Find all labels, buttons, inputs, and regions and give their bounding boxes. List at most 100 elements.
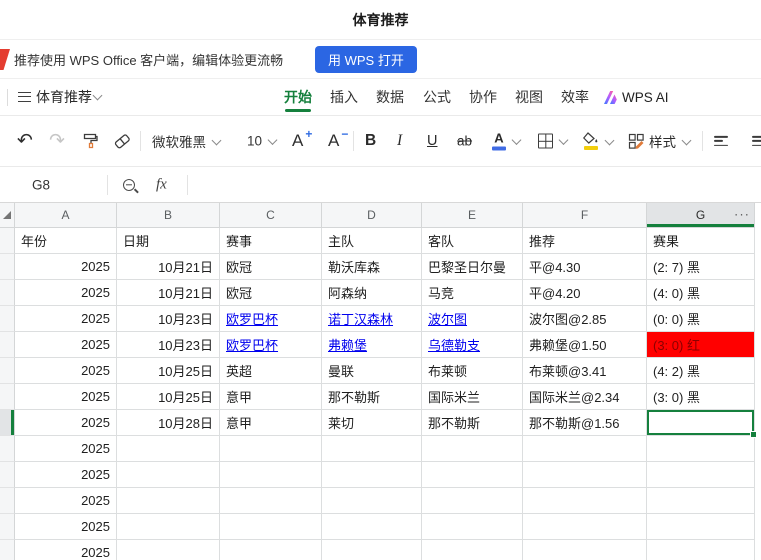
cell[interactable] — [647, 436, 755, 462]
cell[interactable]: 年份 — [15, 228, 117, 254]
font-family-select[interactable]: 微软雅黑 — [152, 131, 222, 151]
font-color-button[interactable]: A — [492, 132, 522, 151]
cell[interactable]: 意甲 — [220, 410, 322, 436]
fill-color-button[interactable] — [583, 132, 615, 150]
cell-hyperlink[interactable]: 诺丁汉森林 — [328, 309, 393, 328]
search-icon[interactable] — [123, 178, 135, 191]
cell[interactable]: 欧罗巴杯 — [220, 332, 322, 358]
format-painter-icon[interactable] — [81, 132, 99, 150]
cell[interactable] — [220, 436, 322, 462]
cell[interactable] — [523, 462, 647, 488]
cell[interactable]: 日期 — [117, 228, 220, 254]
cell[interactable]: 弗赖堡 — [322, 332, 422, 358]
function-fx-icon[interactable]: fx — [156, 176, 167, 193]
cell[interactable] — [422, 462, 523, 488]
cell[interactable]: 平@4.30 — [523, 254, 647, 280]
row-header[interactable] — [0, 254, 15, 280]
decrease-font-button[interactable]: A − — [328, 127, 348, 151]
cell[interactable]: (0: 0) 黑 — [647, 306, 755, 332]
cell[interactable]: 马竞 — [422, 280, 523, 306]
cell-hyperlink[interactable]: 乌德勒支 — [428, 335, 480, 354]
row-header[interactable] — [0, 488, 15, 514]
strikethrough-button[interactable]: ab — [457, 134, 472, 149]
cell[interactable]: 2025 — [15, 410, 117, 436]
cell[interactable]: 2025 — [15, 488, 117, 514]
cell[interactable]: 波尔图@2.85 — [523, 306, 647, 332]
cell[interactable] — [117, 462, 220, 488]
cell-hyperlink[interactable]: 欧罗巴杯 — [226, 309, 278, 328]
column-header-c[interactable]: C — [220, 203, 322, 228]
cell[interactable]: 欧冠 — [220, 280, 322, 306]
cell[interactable]: 10月21日 — [117, 280, 220, 306]
tab-3[interactable]: 数据 — [376, 79, 404, 115]
cell[interactable]: 客队 — [422, 228, 523, 254]
cell[interactable]: 阿森纳 — [322, 280, 422, 306]
redo-button[interactable]: ↷ — [49, 130, 65, 153]
increase-font-button[interactable]: A + — [292, 127, 312, 151]
column-header-d[interactable]: D — [322, 203, 422, 228]
cell[interactable]: 2025 — [15, 332, 117, 358]
cell[interactable]: 2025 — [15, 280, 117, 306]
cell[interactable]: 推荐 — [523, 228, 647, 254]
cell[interactable]: (2: 7) 黑 — [647, 254, 755, 280]
cell-hyperlink[interactable]: 欧罗巴杯 — [226, 335, 278, 354]
cell[interactable] — [647, 540, 755, 560]
more-columns-icon[interactable]: ··· — [734, 206, 750, 221]
cell[interactable] — [117, 488, 220, 514]
cell[interactable] — [220, 488, 322, 514]
cell[interactable] — [322, 514, 422, 540]
selected-cell[interactable] — [647, 410, 757, 438]
column-header-e[interactable]: E — [422, 203, 523, 228]
cell[interactable]: 2025 — [15, 436, 117, 462]
row-header[interactable] — [0, 358, 15, 384]
row-header[interactable] — [0, 332, 15, 358]
cell[interactable] — [117, 540, 220, 560]
cell[interactable] — [523, 514, 647, 540]
cell[interactable]: 赛事 — [220, 228, 322, 254]
cell[interactable]: 2025 — [15, 462, 117, 488]
open-in-wps-button[interactable]: 用 WPS 打开 — [315, 46, 417, 73]
cell[interactable]: 2025 — [15, 306, 117, 332]
cell[interactable]: 主队 — [322, 228, 422, 254]
cell[interactable]: 巴黎圣日尔曼 — [422, 254, 523, 280]
cell[interactable]: 那不勒斯 — [422, 410, 523, 436]
cell[interactable] — [647, 462, 755, 488]
hamburger-menu-icon[interactable] — [18, 79, 31, 115]
cell-styles-button[interactable]: 样式 — [628, 131, 692, 151]
underline-button[interactable]: U — [427, 133, 437, 149]
cell[interactable]: 2025 — [15, 384, 117, 410]
favorite-star-icon[interactable]: ☆ — [78, 79, 91, 115]
font-size-select[interactable]: 10 — [247, 134, 278, 149]
cell[interactable] — [322, 540, 422, 560]
cell[interactable]: 2025 — [15, 540, 117, 560]
tab-6[interactable]: 视图 — [515, 79, 543, 115]
cell[interactable]: 赛果 — [647, 228, 755, 254]
cell[interactable]: 弗赖堡@1.50 — [523, 332, 647, 358]
bold-button[interactable]: B — [365, 132, 376, 150]
cell[interactable] — [220, 462, 322, 488]
select-all-corner[interactable] — [0, 203, 15, 228]
eraser-icon[interactable] — [113, 132, 131, 150]
cell[interactable]: 平@4.20 — [523, 280, 647, 306]
cell[interactable]: (4: 0) 黑 — [647, 280, 755, 306]
cell[interactable] — [422, 514, 523, 540]
cell[interactable]: 那不勒斯 — [322, 384, 422, 410]
italic-button[interactable]: I — [397, 132, 402, 150]
cell[interactable]: 英超 — [220, 358, 322, 384]
cell-hyperlink[interactable]: 弗赖堡 — [328, 335, 367, 354]
cell[interactable]: 欧罗巴杯 — [220, 306, 322, 332]
wps-ai-tab[interactable]: WPS AI — [622, 79, 669, 115]
tab-1[interactable]: 开始 — [284, 79, 312, 115]
align-left-button[interactable] — [714, 135, 728, 147]
cell-reference-box[interactable]: G8 — [32, 177, 50, 192]
cell[interactable] — [523, 436, 647, 462]
cell[interactable] — [117, 436, 220, 462]
row-header[interactable] — [0, 462, 15, 488]
cell[interactable]: (3: 0) 红 — [647, 332, 755, 358]
cell-hyperlink[interactable]: 波尔图 — [428, 309, 467, 328]
column-header-b[interactable]: B — [117, 203, 220, 228]
tab-2[interactable]: 插入 — [330, 79, 358, 115]
cell[interactable] — [220, 514, 322, 540]
cell[interactable]: 欧冠 — [220, 254, 322, 280]
cell[interactable]: (4: 2) 黑 — [647, 358, 755, 384]
